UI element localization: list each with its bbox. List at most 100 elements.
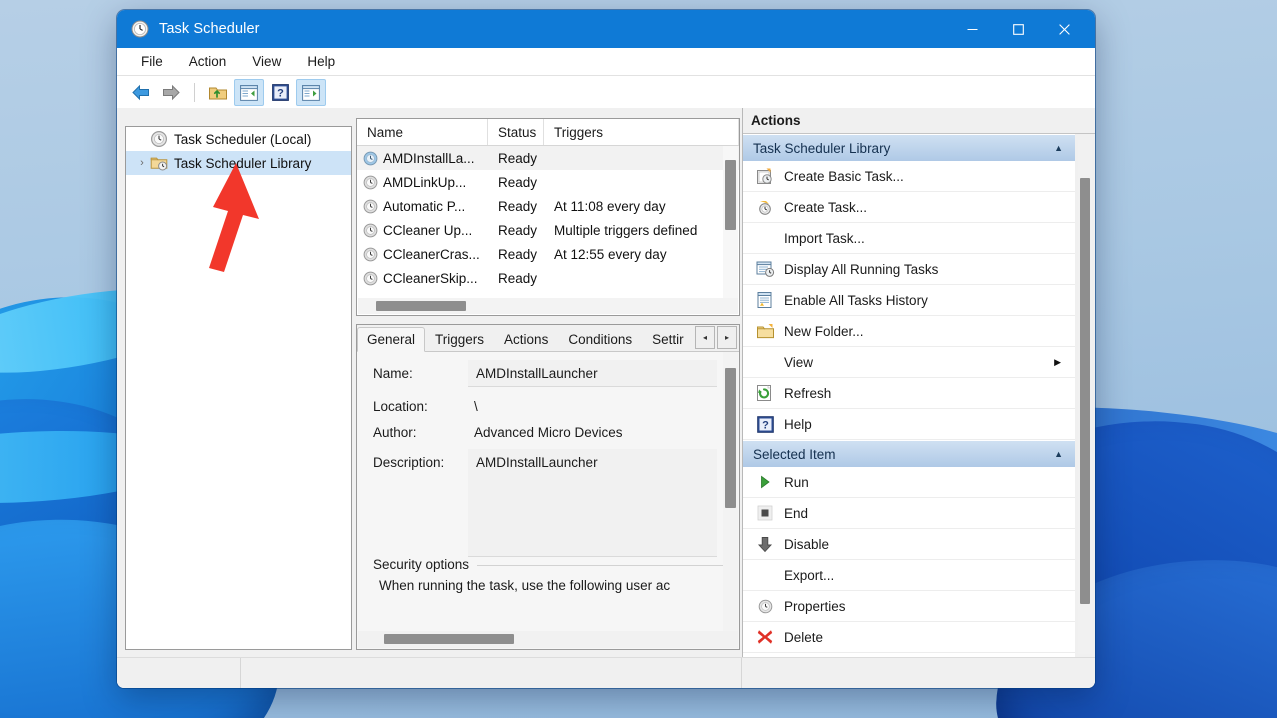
tree-node-label: Task Scheduler (Local) (174, 131, 312, 147)
action-label: Delete (784, 629, 824, 645)
close-button[interactable] (1041, 10, 1087, 48)
action-create-task[interactable]: Create Task... (743, 192, 1075, 223)
detail-vertical-scrollbar[interactable] (723, 352, 738, 631)
toolbar: ? (117, 76, 1095, 110)
tab-settings[interactable]: Settir (642, 327, 694, 351)
action-end[interactable]: End (743, 498, 1075, 529)
action-help-library[interactable]: ? Help (743, 409, 1075, 440)
action-display-all-running-tasks[interactable]: Display All Running Tasks (743, 254, 1075, 285)
collapse-chevron-icon[interactable]: ▲ (1054, 449, 1063, 459)
forward-button[interactable] (157, 80, 185, 105)
section-title: Selected Item (753, 446, 836, 462)
field-row-name: Name: AMDInstallLauncher (357, 360, 739, 387)
create-basic-task-icon (755, 166, 775, 186)
no-icon (755, 565, 775, 585)
action-view[interactable]: View ▶ (743, 347, 1075, 378)
help-button[interactable]: ? (266, 80, 294, 105)
action-properties[interactable]: Properties (743, 591, 1075, 622)
table-row[interactable]: CCleanerCras... Ready At 12:55 every day (357, 242, 739, 266)
new-folder-icon (755, 321, 775, 341)
action-refresh[interactable]: Refresh (743, 378, 1075, 409)
field-row-location: Location: \ (357, 393, 739, 419)
console-tree-button[interactable] (234, 79, 264, 106)
tab-scroll-right-button[interactable]: ▸ (717, 326, 737, 349)
tab-triggers[interactable]: Triggers (425, 327, 494, 351)
table-row[interactable]: AMDInstallLa... Ready (357, 146, 739, 170)
tab-general[interactable]: General (357, 327, 426, 352)
table-row[interactable]: CCleanerSkip... Ready (357, 266, 739, 290)
action-run[interactable]: Run (743, 467, 1075, 498)
action-label: View (784, 354, 814, 370)
tree-expander-icon[interactable]: › (134, 157, 150, 169)
tab-scroll-buttons: ◂ ▸ (695, 326, 737, 349)
actions-section-header-selected-item[interactable]: Selected Item ▲ (743, 440, 1075, 467)
tree-node-task-scheduler-library[interactable]: › Task Scheduler Library (126, 151, 351, 175)
table-row[interactable]: CCleaner Up... Ready Multiple triggers d… (357, 218, 739, 242)
task-name: Automatic P... (383, 198, 466, 214)
action-delete[interactable]: Delete (743, 622, 1075, 653)
scrollbar-thumb[interactable] (1080, 178, 1090, 604)
detail-horizontal-scrollbar[interactable] (358, 631, 738, 648)
action-label: Export... (784, 567, 835, 583)
task-clock-icon (363, 271, 378, 286)
task-description-field[interactable]: AMDInstallLauncher (468, 449, 717, 557)
scrollbar-thumb[interactable] (725, 160, 736, 230)
table-row[interactable]: AMDLinkUp... Ready (357, 170, 739, 194)
action-pane-button[interactable] (296, 79, 326, 106)
task-list-vertical-scrollbar[interactable] (723, 146, 738, 298)
action-disable[interactable]: Disable (743, 529, 1075, 560)
menu-action[interactable]: Action (177, 51, 239, 72)
tree-node-task-scheduler-local[interactable]: Task Scheduler (Local) (126, 127, 351, 151)
tab-conditions[interactable]: Conditions (558, 327, 642, 351)
action-create-basic-task[interactable]: Create Basic Task... (743, 161, 1075, 192)
task-clock-icon (363, 175, 378, 190)
table-row[interactable]: Automatic P... Ready At 11:08 every day (357, 194, 739, 218)
task-name-cell: AMDLinkUp... (357, 175, 488, 190)
tab-scroll-left-button[interactable]: ◂ (695, 326, 715, 349)
task-name-cell: CCleaner Up... (357, 223, 488, 238)
minimize-button[interactable] (949, 10, 995, 48)
task-name-field[interactable]: AMDInstallLauncher (468, 360, 717, 387)
action-export[interactable]: Export... (743, 560, 1075, 591)
column-header-triggers[interactable]: Triggers (544, 119, 739, 145)
toolbar-separator (194, 83, 195, 102)
action-label: Create Basic Task... (784, 168, 904, 184)
maximize-button[interactable] (995, 10, 1041, 48)
clock-icon (150, 130, 168, 148)
folder-up-button[interactable] (204, 80, 232, 105)
window-body: Task Scheduler (Local) › Task Scheduler … (117, 108, 1095, 658)
actions-vertical-scrollbar[interactable] (1078, 140, 1092, 654)
column-header-status[interactable]: Status (488, 119, 544, 145)
column-header-name[interactable]: Name (357, 119, 488, 145)
scrollbar-thumb[interactable] (384, 634, 514, 644)
action-enable-all-tasks-history[interactable]: Enable All Tasks History (743, 285, 1075, 316)
task-list-horizontal-scrollbar[interactable] (358, 298, 738, 314)
scrollbar-thumb[interactable] (725, 368, 736, 508)
task-author-value: Advanced Micro Devices (474, 425, 623, 440)
collapse-chevron-icon[interactable]: ▲ (1054, 143, 1063, 153)
actions-list: Task Scheduler Library ▲ Create Basic Ta… (743, 134, 1075, 658)
no-icon (755, 228, 775, 248)
action-label: Help (784, 416, 812, 432)
title-bar[interactable]: Task Scheduler (117, 10, 1095, 48)
action-new-folder[interactable]: New Folder... (743, 316, 1075, 347)
status-bar (117, 657, 1095, 688)
center-pane: Name Status Triggers AMDInstallLa... Rea… (356, 118, 740, 650)
tasks-history-icon (755, 290, 775, 310)
run-play-icon (755, 472, 775, 492)
task-name: AMDInstallLa... (383, 150, 475, 166)
menu-file[interactable]: File (129, 51, 175, 72)
menu-view[interactable]: View (240, 51, 293, 72)
tab-actions[interactable]: Actions (494, 327, 558, 351)
actions-section-header-library[interactable]: Task Scheduler Library ▲ (743, 134, 1075, 161)
task-triggers: Multiple triggers defined (554, 222, 698, 238)
task-clock-icon (363, 199, 378, 214)
action-label: Create Task... (784, 199, 868, 215)
menu-help[interactable]: Help (295, 51, 347, 72)
red-x-icon (755, 627, 775, 647)
scrollbar-thumb[interactable] (376, 301, 466, 311)
back-button[interactable] (127, 80, 155, 105)
status-cell (117, 658, 241, 688)
task-triggers: At 12:55 every day (554, 246, 667, 262)
action-import-task[interactable]: Import Task... (743, 223, 1075, 254)
